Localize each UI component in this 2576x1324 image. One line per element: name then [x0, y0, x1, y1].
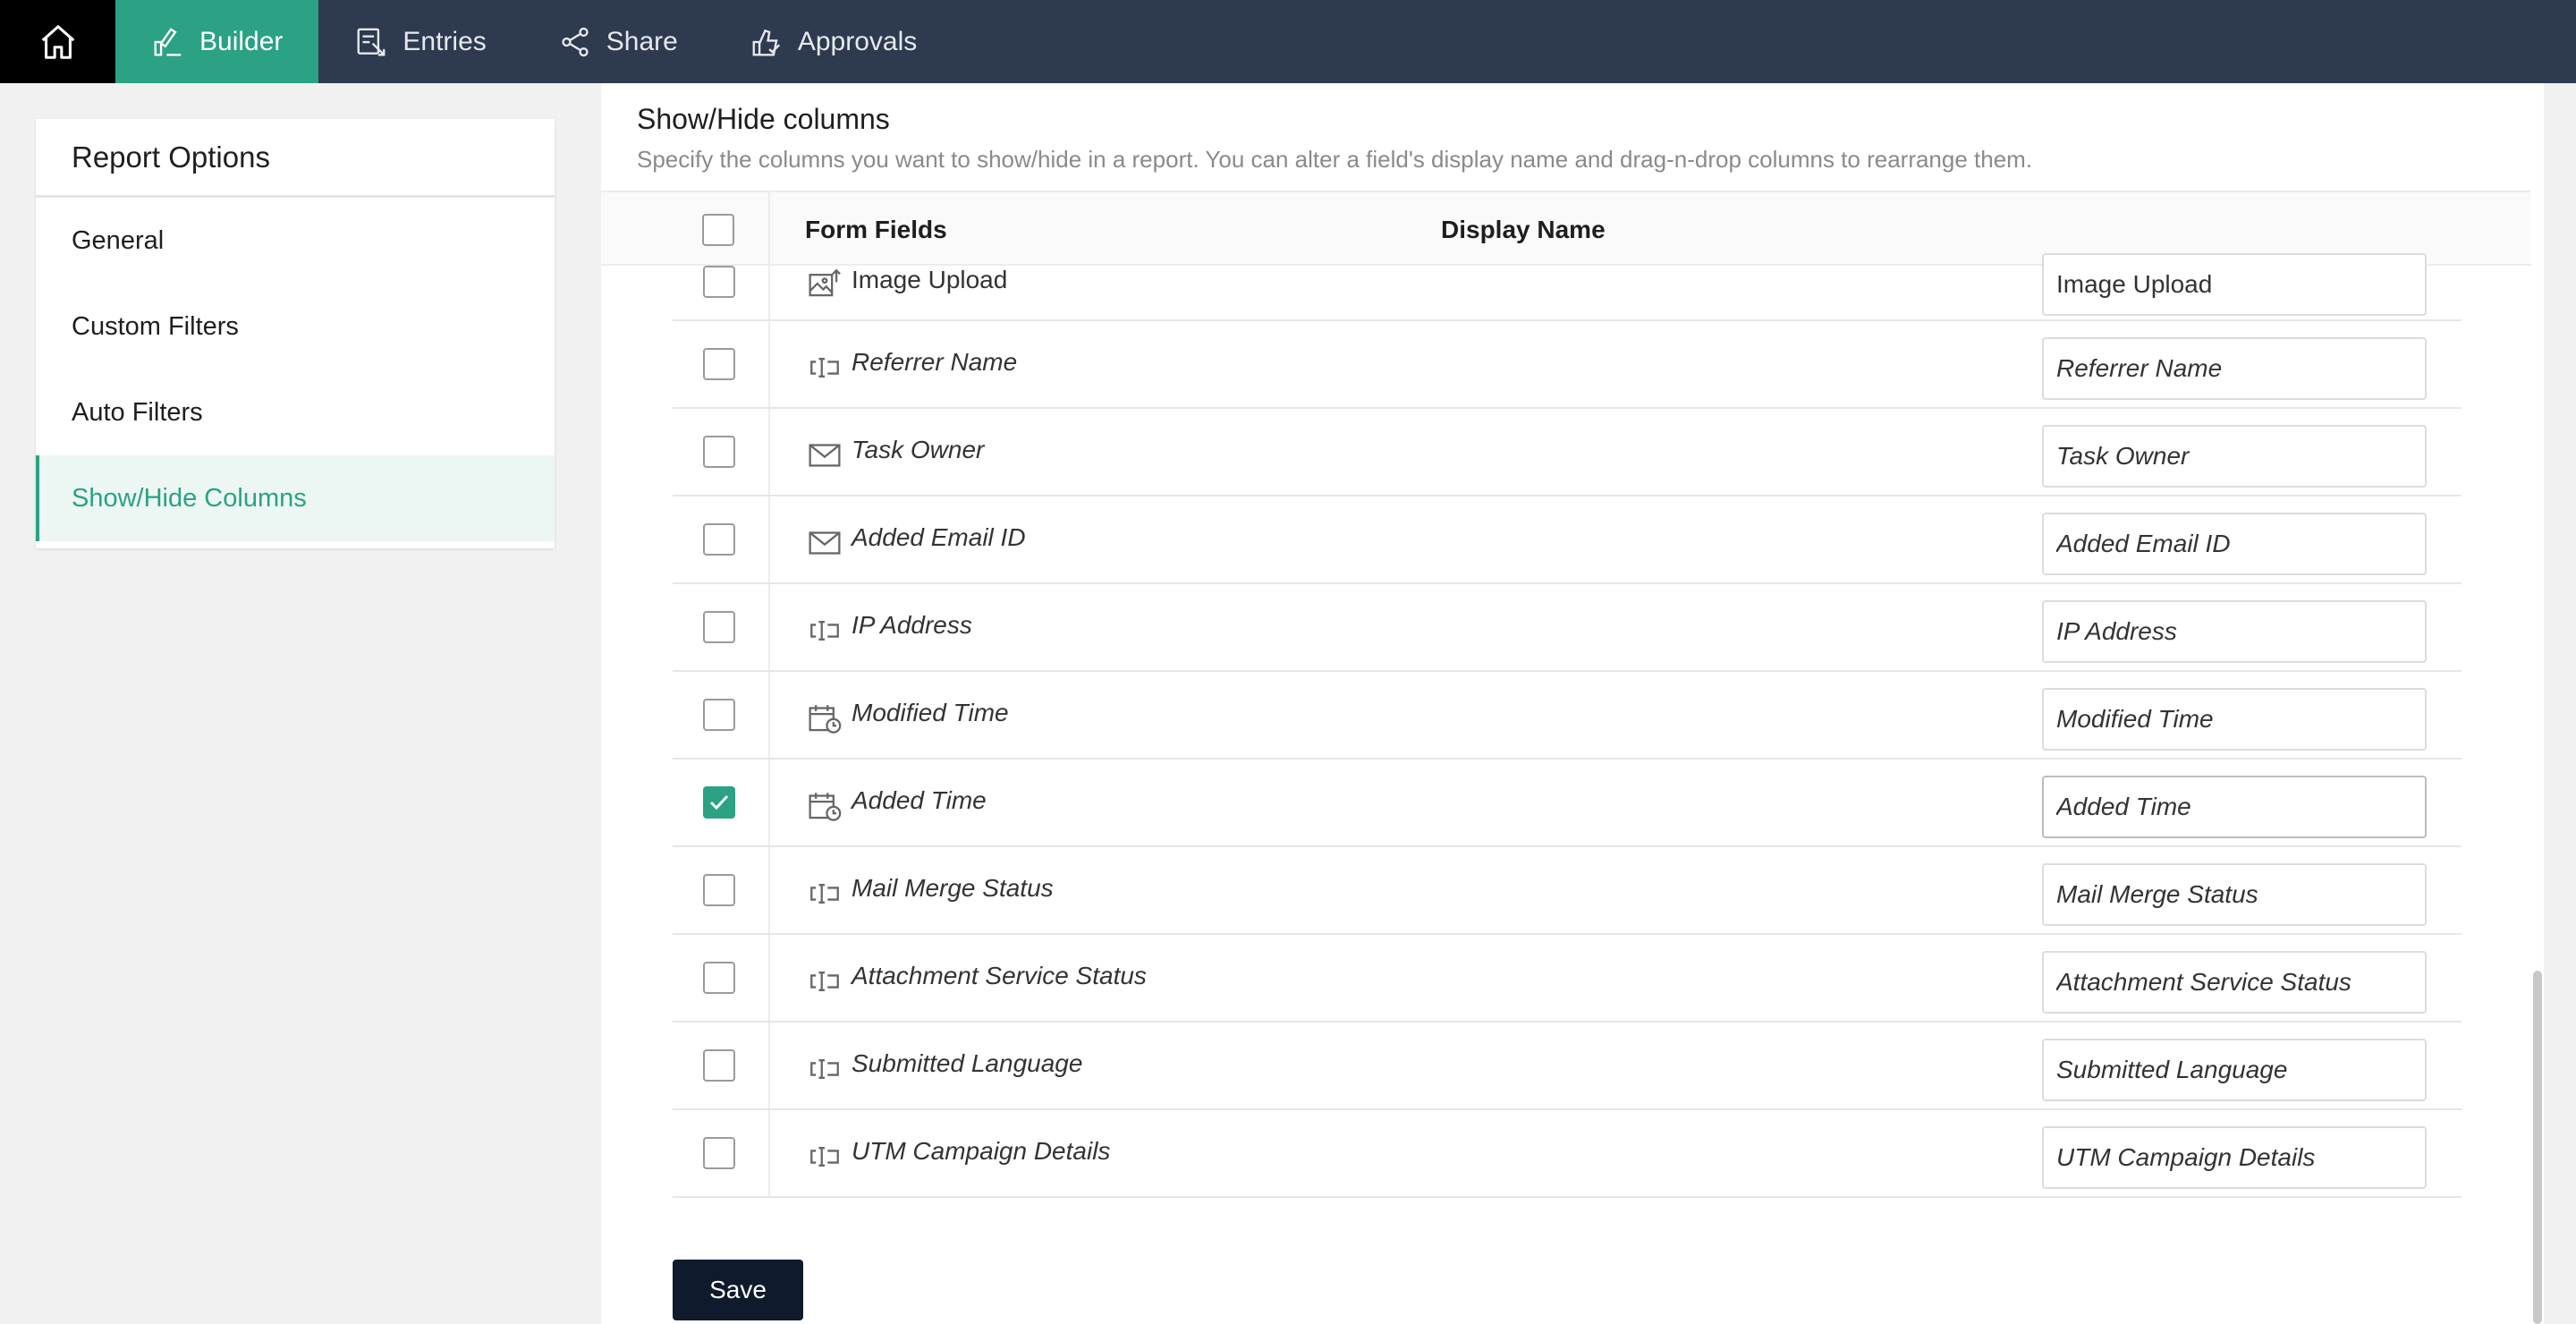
nav-builder[interactable]: Builder [115, 0, 319, 83]
sidebar-item-custom-filters[interactable]: Custom Filters [36, 284, 555, 369]
columns-list: Image Upload Referrer Name Task Owner Added… [673, 253, 2462, 1198]
display-name-input[interactable] [2042, 776, 2427, 838]
row-divider [768, 409, 770, 495]
entries-icon [357, 28, 386, 55]
row-checkbox[interactable] [703, 962, 735, 994]
approvals-icon [752, 29, 780, 55]
table-row: Modified Time [673, 672, 2462, 760]
field-name: Referrer Name [852, 348, 1018, 376]
sidebar-item-auto-filters[interactable]: Auto Filters [36, 369, 555, 455]
single-line-icon [807, 1053, 843, 1085]
row-divider [768, 1023, 770, 1108]
display-name-input[interactable] [2042, 951, 2427, 1014]
scrollbar-thumb[interactable] [2533, 971, 2542, 1324]
field-name: Attachment Service Status [852, 962, 1147, 989]
single-line-icon [807, 965, 843, 997]
row-divider [768, 1110, 770, 1196]
field-name: UTM Campaign Details [852, 1137, 1111, 1165]
table-row: Attachment Service Status [673, 935, 2462, 1023]
field-name: IP Address [852, 611, 972, 639]
sidebar-item-general[interactable]: General [36, 198, 555, 284]
main-content: Show/Hide columns Specify the columns yo… [601, 83, 2542, 1324]
display-name-input[interactable] [2042, 863, 2427, 926]
table-row: Added Time [673, 760, 2462, 847]
home-button[interactable] [0, 0, 115, 83]
field-name: Task Owner [852, 436, 985, 463]
display-name-input[interactable] [2042, 600, 2427, 663]
nav-entries-label: Entries [402, 26, 487, 56]
table-row: UTM Campaign Details [673, 1110, 2462, 1198]
display-name-input[interactable] [2042, 688, 2427, 751]
column-header-form-fields: Form Fields [805, 216, 947, 243]
row-checkbox[interactable] [703, 1049, 735, 1082]
image-upload-icon [807, 267, 843, 300]
table-row: Referrer Name [673, 321, 2462, 409]
table-row: Submitted Language [673, 1023, 2462, 1110]
single-line-icon [807, 615, 843, 647]
single-line-icon [807, 352, 843, 384]
display-name-input[interactable] [2042, 425, 2427, 488]
builder-icon [154, 27, 182, 55]
row-checkbox[interactable] [703, 874, 735, 906]
nav-share[interactable]: Share [522, 0, 714, 83]
select-all-checkbox[interactable] [702, 214, 734, 246]
panel-title: Report Options [36, 119, 555, 198]
table-row: IP Address [673, 584, 2462, 672]
single-line-icon [807, 878, 843, 910]
checkmark-icon [709, 794, 729, 811]
row-checkbox[interactable] [703, 699, 735, 731]
column-header-display-name: Display Name [1441, 216, 1606, 243]
nav-share-label: Share [606, 26, 678, 56]
report-options-panel: Report Options General Custom Filters Au… [36, 119, 555, 548]
top-nav: Builder Entries Share Approvals [0, 0, 2576, 83]
display-name-input[interactable] [2042, 1039, 2427, 1101]
nav-builder-label: Builder [199, 26, 284, 56]
row-divider [768, 847, 770, 933]
row-divider [768, 321, 770, 407]
display-name-input[interactable] [2042, 513, 2427, 575]
nav-approvals-label: Approvals [797, 26, 918, 56]
row-divider [768, 584, 770, 670]
field-name: Submitted Language [852, 1049, 1083, 1077]
nav-entries[interactable]: Entries [318, 0, 521, 83]
row-divider [768, 266, 770, 319]
sidebar-item-show-hide-columns[interactable]: Show/Hide Columns [36, 455, 555, 541]
row-checkbox[interactable] [703, 436, 735, 468]
page-description: Specify the columns you want to show/hid… [637, 146, 2033, 173]
row-divider [768, 935, 770, 1021]
display-name-input[interactable] [2042, 253, 2427, 316]
single-line-icon [807, 1141, 843, 1173]
display-name-input[interactable] [2042, 1126, 2427, 1189]
table-row: Image Upload [673, 253, 2462, 321]
datetime-icon [807, 702, 843, 734]
field-name: Mail Merge Status [852, 874, 1054, 902]
field-name: Added Email ID [852, 523, 1026, 551]
row-checkbox[interactable] [703, 1137, 735, 1169]
table-row: Added Email ID [673, 496, 2462, 584]
row-checkbox[interactable] [703, 523, 735, 556]
email-icon [807, 439, 843, 471]
field-name: Added Time [852, 786, 987, 814]
table-row: Task Owner [673, 409, 2462, 496]
table-row: Mail Merge Status [673, 847, 2462, 935]
email-icon [807, 527, 843, 559]
row-divider [768, 496, 770, 582]
header-divider [768, 192, 770, 267]
row-checkbox[interactable] [703, 266, 735, 298]
row-divider [768, 760, 770, 845]
save-button[interactable]: Save [673, 1260, 803, 1320]
field-name: Modified Time [852, 699, 1009, 726]
home-icon [41, 24, 74, 59]
row-checkbox[interactable] [703, 786, 735, 819]
field-name: Image Upload [852, 266, 1008, 293]
row-divider [768, 672, 770, 758]
share-icon [562, 27, 589, 56]
datetime-icon [807, 790, 843, 822]
row-checkbox[interactable] [703, 611, 735, 643]
row-checkbox[interactable] [703, 348, 735, 380]
display-name-input[interactable] [2042, 337, 2427, 400]
nav-approvals[interactable]: Approvals [714, 0, 953, 83]
page-title: Show/Hide columns [637, 103, 890, 135]
